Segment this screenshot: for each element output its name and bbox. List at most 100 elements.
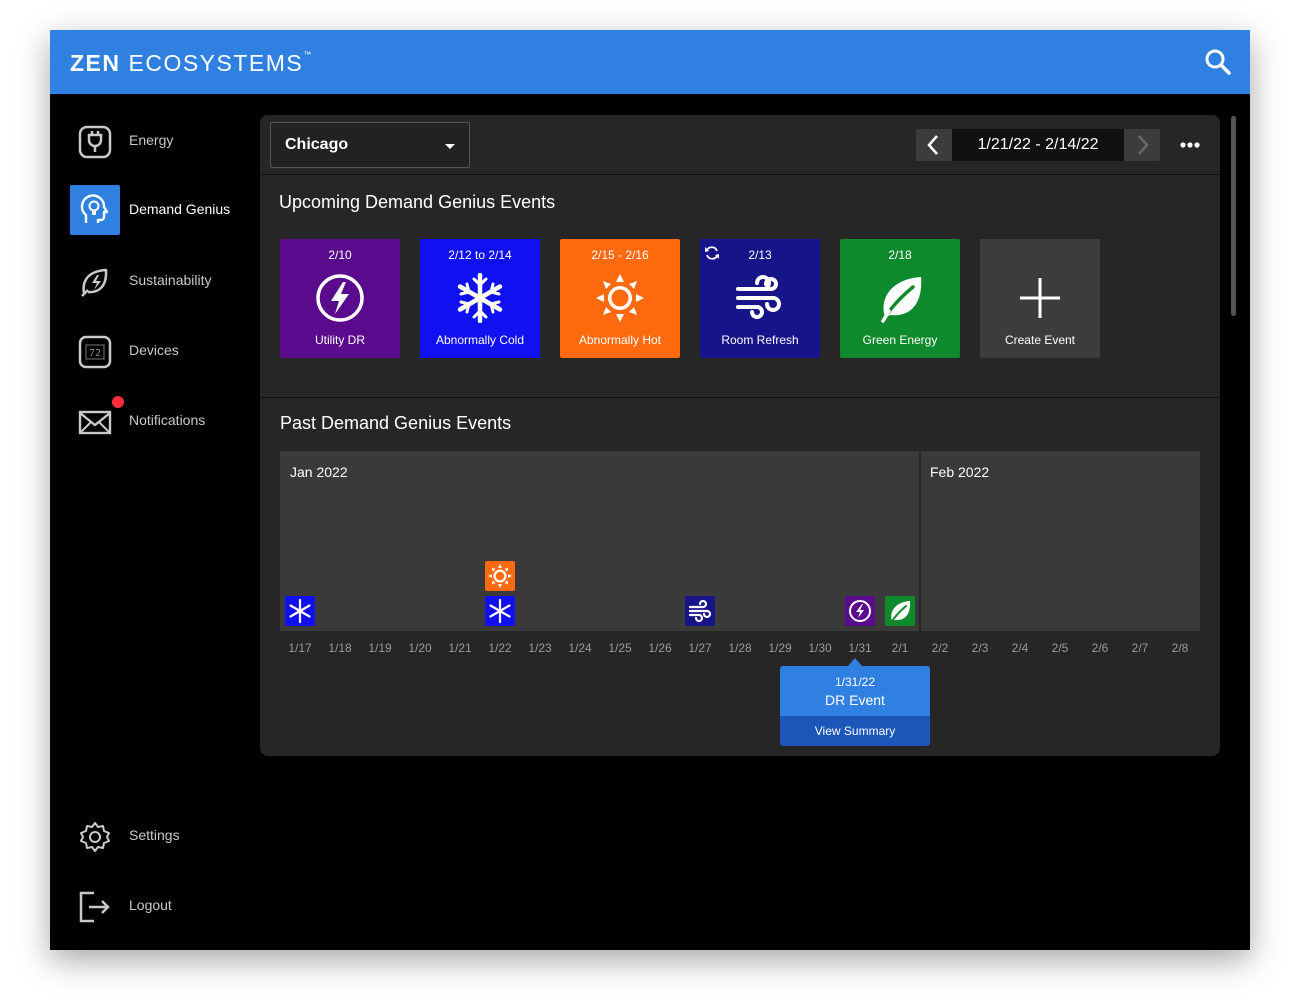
sidebar-item-energy[interactable]: Energy — [70, 116, 250, 166]
timeline-tick: 1/31 — [848, 641, 872, 655]
brand-logo: ZEN ECOSYSTEMS™ — [70, 50, 313, 77]
past-event-hot[interactable] — [485, 561, 515, 591]
sidebar: Energy Demand Genius Sustainability 72 D… — [50, 94, 260, 950]
past-events-timeline: Jan 2022 Feb 2022 — [280, 451, 1200, 631]
timeline-tick: 2/1 — [891, 641, 909, 655]
month-label-feb: Feb 2022 — [930, 464, 990, 480]
timeline-tick: 1/21 — [448, 641, 472, 655]
app-window: ZEN ECOSYSTEMS™ Energy Demand Genius Sust… — [50, 30, 1250, 950]
timeline-tick: 1/20 — [408, 641, 432, 655]
tile-label: Room Refresh — [721, 333, 799, 347]
month-separator — [919, 451, 921, 631]
timeline-tick: 2/5 — [1051, 641, 1069, 655]
tile-label: Utility DR — [315, 333, 365, 347]
timeline-tick: 1/18 — [328, 641, 352, 655]
event-tile-room-refresh[interactable]: 2/13 Room Refresh — [700, 239, 820, 358]
timeline-tick: 2/2 — [931, 641, 949, 655]
tile-date: 2/10 — [328, 248, 352, 262]
date-next-button[interactable] — [1124, 129, 1160, 161]
event-tile-utility-dr[interactable]: 2/10 Utility DR — [280, 239, 400, 358]
logout-icon — [78, 890, 112, 924]
tile-date: 2/18 — [888, 248, 912, 262]
thermostat-icon: 72 — [78, 335, 112, 369]
sun-icon — [595, 273, 645, 323]
sidebar-item-notifications[interactable]: Notifications — [70, 396, 250, 446]
timeline-tick: 2/8 — [1171, 641, 1189, 655]
event-tile-abnormally-hot[interactable]: 2/15 - 2/16 Abnormally Hot — [560, 239, 680, 358]
brand-light: ECOSYSTEMS — [128, 50, 304, 76]
tooltip-header: 1/31/22 DR Event — [780, 666, 930, 716]
month-label-jan: Jan 2022 — [290, 464, 348, 480]
brand-tm: ™ — [303, 50, 313, 59]
tile-date: 2/13 — [748, 248, 772, 262]
date-range-display: 1/21/22 - 2/14/22 — [952, 129, 1124, 161]
more-options-icon[interactable] — [1176, 133, 1204, 157]
past-event-dr[interactable] — [845, 596, 875, 626]
timeline-tick: 1/30 — [808, 641, 832, 655]
scrollbar[interactable] — [1231, 116, 1236, 316]
leaf-icon — [875, 273, 925, 323]
timeline-tick: 1/17 — [288, 641, 312, 655]
head-lightbulb-icon — [78, 193, 112, 227]
sidebar-item-logout[interactable]: Logout — [70, 881, 250, 931]
timeline-tick: 1/28 — [728, 641, 752, 655]
sidebar-item-devices[interactable]: 72 Devices — [70, 326, 250, 376]
tile-label: Green Energy — [862, 333, 938, 347]
search-icon[interactable] — [1204, 48, 1232, 76]
snowflake-icon — [455, 272, 505, 324]
caret-down-icon — [445, 144, 455, 149]
plug-icon — [78, 125, 112, 159]
envelope-icon — [78, 405, 112, 439]
past-event-green[interactable] — [885, 596, 915, 626]
past-event-cold[interactable] — [485, 596, 515, 626]
tooltip-arrow — [848, 658, 862, 666]
top-bar: ZEN ECOSYSTEMS™ — [50, 30, 1250, 94]
tile-label: Create Event — [1004, 333, 1076, 347]
sidebar-item-label: Demand Genius — [129, 201, 231, 217]
sidebar-item-label: Settings — [129, 827, 180, 843]
city-select[interactable]: Chicago — [270, 122, 470, 168]
gear-icon — [78, 820, 112, 854]
notification-badge — [112, 396, 124, 408]
past-event-cold[interactable] — [285, 596, 315, 626]
tile-label: Abnormally Hot — [578, 333, 662, 347]
create-event-button[interactable]: Create Event — [980, 239, 1100, 358]
timeline-tick: 1/29 — [768, 641, 792, 655]
plus-icon — [1015, 273, 1065, 323]
sidebar-item-sustainability[interactable]: Sustainability — [70, 256, 250, 306]
tile-date: 2/12 to 2/14 — [448, 248, 512, 262]
sidebar-item-label: Logout — [129, 897, 172, 913]
brand-bold: ZEN — [70, 50, 121, 76]
sidebar-item-label: Notifications — [129, 412, 206, 428]
sidebar-item-settings[interactable]: Settings — [70, 811, 250, 861]
city-select-value: Chicago — [285, 136, 349, 153]
timeline-tick: 2/7 — [1131, 641, 1149, 655]
timeline-tick: 1/19 — [368, 641, 392, 655]
event-tile-green-energy[interactable]: 2/18 Green Energy — [840, 239, 960, 358]
view-summary-button[interactable]: View Summary — [780, 716, 930, 746]
timeline-tick: 1/25 — [608, 641, 632, 655]
past-event-refresh[interactable] — [685, 596, 715, 626]
event-tooltip: 1/31/22 DR Event View Summary — [780, 666, 930, 746]
timeline-tick: 1/23 — [528, 641, 552, 655]
date-prev-button[interactable] — [916, 129, 952, 161]
sidebar-item-demand-genius[interactable]: Demand Genius — [70, 185, 250, 235]
timeline-tick: 2/4 — [1011, 641, 1029, 655]
timeline-tick: 1/26 — [648, 641, 672, 655]
leaf-bolt-icon — [78, 265, 112, 299]
lightning-circle-icon — [315, 273, 365, 323]
wind-icon — [735, 273, 785, 323]
sidebar-item-label: Devices — [129, 342, 179, 358]
svg-text:72: 72 — [89, 348, 101, 359]
chevron-right-icon — [1138, 135, 1149, 155]
timeline-tick: 2/6 — [1091, 641, 1109, 655]
panel-header: Chicago 1/21/22 - 2/14/22 — [260, 115, 1220, 175]
upcoming-events-title: Upcoming Demand Genius Events — [279, 192, 556, 212]
section-divider — [260, 397, 1220, 398]
tooltip-date: 1/31/22 — [834, 675, 876, 689]
timeline-tick: 1/22 — [488, 641, 512, 655]
tile-date: 2/15 - 2/16 — [591, 248, 649, 262]
event-tile-abnormally-cold[interactable]: 2/12 to 2/14 Abnormally Cold — [420, 239, 540, 358]
tile-label: Abnormally Cold — [435, 333, 525, 347]
past-events-title: Past Demand Genius Events — [280, 413, 512, 433]
